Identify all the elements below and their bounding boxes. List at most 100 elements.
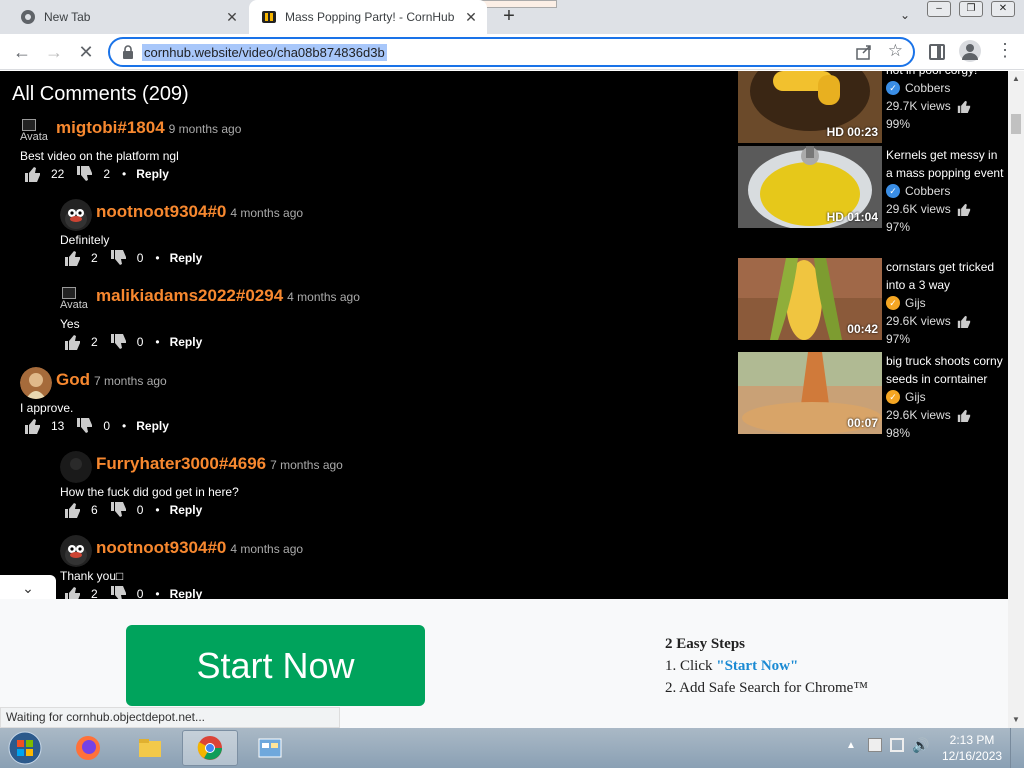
- show-desktop-button[interactable]: [1010, 728, 1024, 768]
- video-views: 29.6K views: [886, 406, 1006, 424]
- chrome-taskbar-icon[interactable]: [182, 730, 238, 766]
- kebab-menu-icon[interactable]: ⋮: [996, 40, 1014, 61]
- video-channel[interactable]: ✓ Gijs: [886, 388, 1006, 406]
- comment-text: I approve.: [20, 401, 74, 415]
- thumbs-down-icon[interactable]: [76, 166, 93, 182]
- separator-dot: •: [155, 335, 160, 349]
- thumbs-up-icon: [957, 409, 971, 423]
- forward-arrow-icon[interactable]: →: [42, 40, 66, 64]
- video-info: big truck shoots corny seeds in corntain…: [886, 352, 1006, 442]
- system-tray: ▲ 🔊 2:13 PM 12/16/2023: [840, 728, 1024, 768]
- comment-username[interactable]: malikiadams2022#0294 4 months ago: [96, 286, 360, 306]
- tab-strip: New Tab ✕ Mass Popping Party! - CornHub …: [0, 0, 1024, 34]
- close-icon[interactable]: ✕: [222, 9, 242, 26]
- video-title[interactable]: Kernels get messy in a mass popping even…: [886, 146, 1006, 182]
- new-tab-button[interactable]: +: [498, 6, 520, 28]
- like-count: 2: [91, 251, 98, 265]
- browser-window: New Tab ✕ Mass Popping Party! - CornHub …: [0, 0, 1024, 768]
- volume-icon[interactable]: 🔊: [912, 737, 929, 754]
- windows-start-icon[interactable]: [6, 731, 44, 765]
- video-thumbnail[interactable]: HD 00:23: [738, 71, 882, 143]
- comment-actions: 2 0 • Reply: [64, 250, 202, 266]
- comment-username[interactable]: migtobi#1804 9 months ago: [56, 118, 241, 138]
- video-duration: HD 01:04: [826, 210, 878, 224]
- ad-step-1: 1. Click "Start Now": [665, 655, 868, 677]
- separator-dot: •: [122, 419, 127, 433]
- share-icon[interactable]: [855, 43, 873, 61]
- tab-cornhub[interactable]: Mass Popping Party! - CornHub ✕: [249, 0, 487, 34]
- reply-button[interactable]: Reply: [170, 251, 203, 265]
- thumbs-up-icon[interactable]: [64, 250, 81, 266]
- control-panel-icon[interactable]: [242, 730, 298, 766]
- thumbs-down-icon[interactable]: [76, 418, 93, 434]
- scroll-down-arrow-icon[interactable]: ▼: [1008, 712, 1024, 728]
- thumbs-up-icon[interactable]: [64, 502, 81, 518]
- scroll-up-arrow-icon[interactable]: ▲: [1008, 71, 1024, 87]
- restore-button[interactable]: ❐: [959, 1, 983, 17]
- dislike-count: 0: [136, 587, 144, 599]
- tab-label: New Tab: [44, 10, 91, 24]
- thumbs-up-icon[interactable]: [24, 166, 41, 182]
- lock-icon: [123, 45, 133, 59]
- verified-badge-icon: ✓: [886, 81, 900, 95]
- thumbs-up-icon[interactable]: [64, 586, 81, 599]
- tray-expand-icon[interactable]: ▲: [846, 740, 856, 751]
- bookmark-star-icon[interactable]: ☆: [888, 41, 903, 61]
- video-title[interactable]: cornstars get tricked into a 3 way: [886, 258, 1006, 294]
- minimize-button[interactable]: –: [927, 1, 951, 17]
- collapse-chevron-icon[interactable]: ⌄: [0, 575, 56, 601]
- clock[interactable]: 2:13 PM 12/16/2023: [942, 732, 1002, 764]
- comment-username[interactable]: nootnoot9304#0 4 months ago: [96, 538, 303, 558]
- video-channel[interactable]: ✓ Cobbers: [886, 182, 1006, 200]
- clock-time: 2:13 PM: [949, 733, 995, 747]
- reply-button[interactable]: Reply: [170, 335, 203, 349]
- video-duration: 00:07: [847, 416, 878, 430]
- file-explorer-icon[interactable]: [122, 730, 178, 766]
- tab-search-chevron-icon[interactable]: ⌄: [896, 8, 914, 26]
- close-window-button[interactable]: ✕: [991, 1, 1015, 17]
- reply-button[interactable]: Reply: [136, 167, 169, 181]
- reply-button[interactable]: Reply: [170, 587, 203, 599]
- avatar: [60, 451, 92, 483]
- reply-button[interactable]: Reply: [136, 419, 169, 433]
- thumbs-down-icon[interactable]: [110, 334, 127, 350]
- comment-time: 9 months ago: [168, 122, 242, 136]
- comment-text: Yes: [60, 317, 80, 331]
- ad-step-1-link[interactable]: "Start Now": [716, 658, 798, 674]
- vertical-scrollbar[interactable]: ▲ ▼: [1008, 71, 1024, 728]
- video-thumbnail[interactable]: HD 01:04: [738, 146, 882, 228]
- comment-text: Thank you□: [60, 569, 124, 583]
- action-center-icon[interactable]: [868, 738, 882, 752]
- video-title[interactable]: big truck shoots corny seeds in corntain…: [886, 352, 1006, 388]
- back-arrow-icon[interactable]: ←: [10, 40, 34, 64]
- close-icon[interactable]: ✕: [461, 9, 481, 26]
- separator-dot: •: [155, 251, 160, 265]
- tab-new-tab[interactable]: New Tab ✕: [8, 0, 248, 34]
- stop-loading-icon[interactable]: ✕: [74, 40, 98, 64]
- thumbs-down-icon[interactable]: [110, 502, 127, 518]
- video-thumbnail[interactable]: 00:07: [738, 352, 882, 434]
- thumbs-down-icon[interactable]: [110, 586, 127, 599]
- comment-time: 7 months ago: [270, 458, 343, 472]
- network-icon[interactable]: [890, 738, 904, 752]
- video-channel[interactable]: ✓ Cobbers: [886, 79, 1006, 97]
- profile-avatar-icon[interactable]: [959, 40, 981, 62]
- start-now-button[interactable]: Start Now: [126, 625, 425, 706]
- comment-username[interactable]: God 7 months ago: [56, 370, 167, 390]
- thumbs-down-icon[interactable]: [110, 250, 127, 266]
- thumbs-up-icon[interactable]: [24, 418, 41, 434]
- side-panel-icon[interactable]: [929, 44, 945, 60]
- url-text[interactable]: cornhub.website/video/cha08b874836d3b: [142, 44, 387, 61]
- address-bar[interactable]: cornhub.website/video/cha08b874836d3b ☆: [108, 37, 915, 67]
- comment-actions: 2 0 • Reply: [64, 586, 202, 599]
- video-title[interactable]: hot in pool corgy!: [886, 71, 1006, 79]
- thumbs-up-icon[interactable]: [64, 334, 81, 350]
- scrollbar-thumb[interactable]: [1011, 114, 1021, 134]
- firefox-icon[interactable]: [60, 730, 116, 766]
- reply-button[interactable]: Reply: [170, 503, 203, 517]
- like-count: 22: [51, 167, 65, 181]
- video-thumbnail[interactable]: 00:42: [738, 258, 882, 340]
- video-channel[interactable]: ✓ Gijs: [886, 294, 1006, 312]
- comment-username[interactable]: nootnoot9304#0 4 months ago: [96, 202, 303, 222]
- comment-username[interactable]: Furryhater3000#4696 7 months ago: [96, 454, 343, 474]
